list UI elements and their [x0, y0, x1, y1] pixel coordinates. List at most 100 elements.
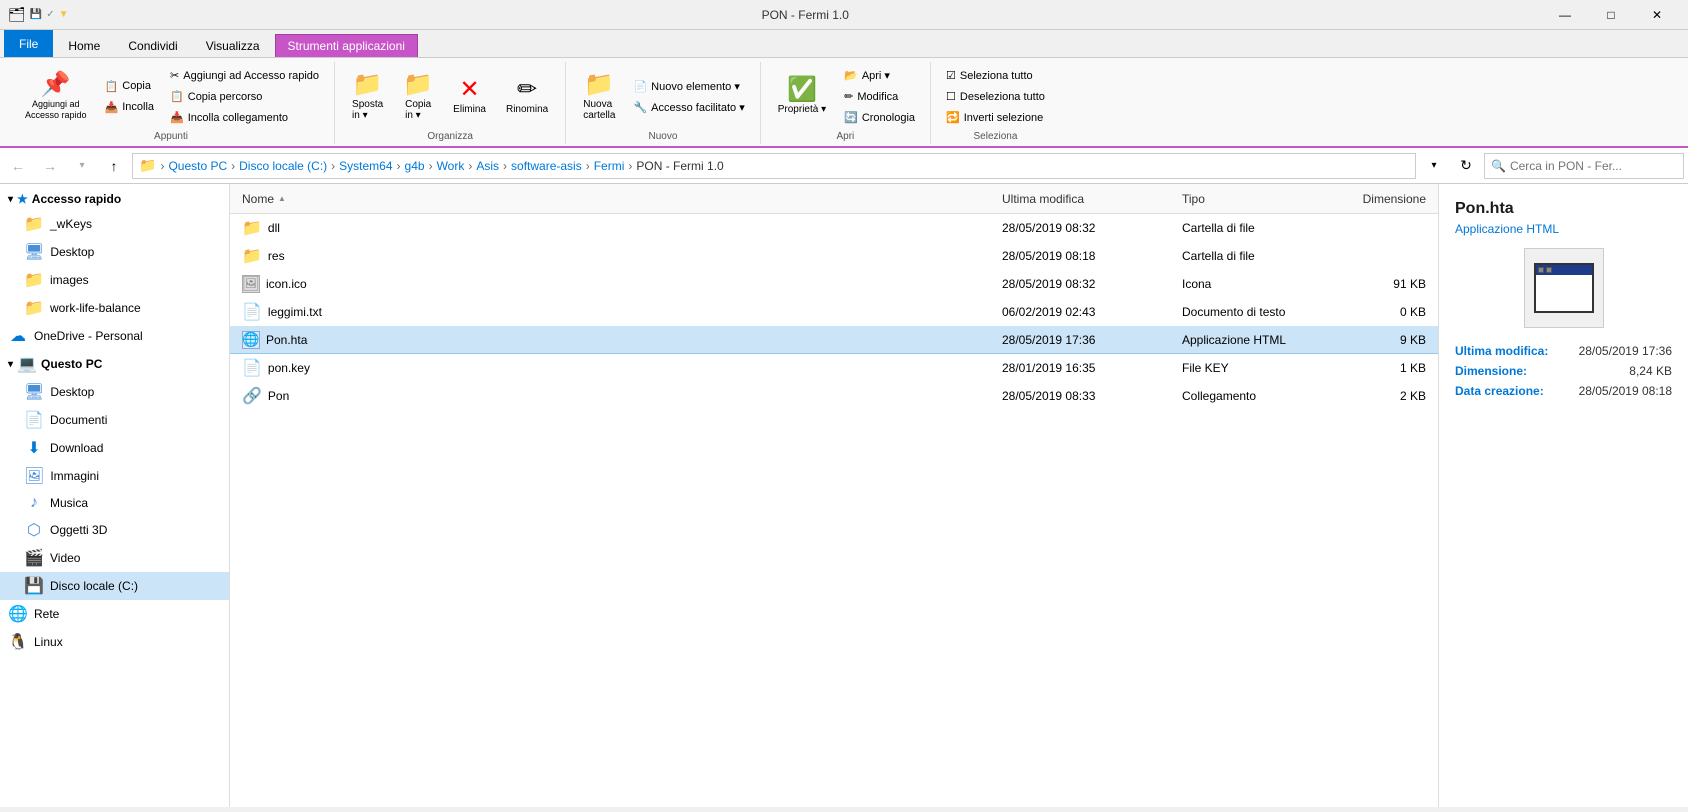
sidebar-item-images-quick[interactable]: 📁 images [0, 266, 229, 294]
file-list-body: 📁 dll 28/05/2019 08:32 Cartella di file … [230, 214, 1438, 807]
inverti-selezione-button[interactable]: 🔁 Inverti selezione [939, 108, 1052, 127]
sidebar-item-download[interactable]: ⬇ Download [0, 434, 229, 462]
dimensione-value: 8,24 KB [1629, 364, 1672, 378]
path-icon: 📋 [170, 90, 184, 103]
preview-titlebar [1536, 265, 1592, 275]
documents-icon: 📄 [24, 410, 44, 430]
rinomina-button[interactable]: ✏ Rinomina [497, 73, 557, 120]
deseleziona-tutto-button[interactable]: ☐ Deseleziona tutto [939, 87, 1052, 106]
search-bar: 🔍 [1484, 153, 1684, 179]
folder-icon-dll: 📁 [242, 218, 262, 238]
forward-button[interactable]: → [36, 152, 64, 180]
breadcrumb-asis[interactable]: Asis [476, 159, 499, 173]
modifica-button[interactable]: ✏ Modifica [837, 87, 922, 106]
file-cell-size-key: 1 KB [1334, 361, 1434, 375]
sidebar-item-work-life[interactable]: 📁 work-life-balance [0, 294, 229, 322]
ribbon-group-apri: ✅ Proprietà ▾ 📂 Apri ▾ ✏ Modifica 🔄 Cron… [761, 62, 931, 144]
sidebar-questo-pc-header[interactable]: ▾ 💻 Questo PC [0, 350, 229, 378]
details-preview [1455, 248, 1672, 328]
sidebar-item-onedrive[interactable]: ☁ OneDrive - Personal [0, 322, 229, 350]
seleziona-tutto-button[interactable]: ☑ Seleziona tutto [939, 66, 1052, 85]
breadcrumb-system64[interactable]: System64 [339, 159, 392, 173]
ultima-modifica-value: 28/05/2019 17:36 [1579, 344, 1672, 358]
file-cell-date-dll: 28/05/2019 08:32 [994, 221, 1174, 235]
breadcrumb-g4b[interactable]: g4b [405, 159, 425, 173]
preview-window [1534, 263, 1594, 313]
delete-icon: ✕ [460, 78, 480, 102]
search-input[interactable] [1510, 159, 1677, 173]
sidebar-item-documenti[interactable]: 📄 Documenti [0, 406, 229, 434]
title-bar-title: PON - Fermi 1.0 [69, 8, 1542, 22]
tab-file[interactable]: File [4, 30, 53, 57]
sidebar-item-wkeys[interactable]: 📁 _wKeys [0, 210, 229, 238]
breadcrumb-software-asis[interactable]: software-asis [511, 159, 582, 173]
aggiungi-accesso-rapido-button[interactable]: 📌 Aggiungi adAccesso rapido [16, 68, 96, 126]
cronologia-button[interactable]: 🔄 Cronologia [837, 108, 922, 127]
nuovo-label: Nuovo [649, 131, 678, 142]
col-header-nome[interactable]: Nome ▲ [234, 184, 994, 213]
file-cell-date-ico: 28/05/2019 08:32 [994, 277, 1174, 291]
sidebar-item-video[interactable]: 🎬 Video [0, 544, 229, 572]
breadcrumb-disco-locale[interactable]: Disco locale (C:) [239, 159, 327, 173]
sposta-icon: 📁 [353, 73, 383, 97]
sidebar-item-desktop[interactable]: 🖥 Desktop [0, 378, 229, 406]
sidebar-item-musica[interactable]: ♪ Musica [0, 490, 229, 516]
apri-label: Apri [836, 131, 854, 142]
sidebar-item-immagini[interactable]: 🖼 Immagini [0, 462, 229, 490]
nuovo-elemento-button[interactable]: 📄 Nuovo elemento ▾ [626, 77, 751, 96]
elimina-button[interactable]: ✕ Elimina [444, 73, 495, 120]
drive-icon: 💾 [24, 576, 44, 596]
sidebar-item-rete[interactable]: 🌐 Rete [0, 600, 229, 628]
table-row[interactable]: 🔗 Pon 28/05/2019 08:33 Collegamento 2 KB [230, 382, 1438, 410]
breadcrumb-work[interactable]: Work [437, 159, 465, 173]
maximize-button[interactable]: □ [1588, 0, 1634, 30]
proprieta-button[interactable]: ✅ Proprietà ▾ [769, 73, 835, 120]
clipboard-small-btns2: ✂ Aggiungi ad Accesso rapido 📋 Copia per… [163, 66, 326, 127]
file-cell-size-txt: 0 KB [1334, 305, 1434, 319]
sidebar-item-desktop-quick[interactable]: 🖥 Desktop [0, 238, 229, 266]
col-header-tipo[interactable]: Tipo [1174, 184, 1334, 213]
table-row[interactable]: 📄 leggimi.txt 06/02/2019 02:43 Documento… [230, 298, 1438, 326]
copia-in-button[interactable]: 📁 Copiain ▾ [394, 68, 442, 126]
sidebar-item-disco-locale[interactable]: 💾 Disco locale (C:) [0, 572, 229, 600]
tab-condividi[interactable]: Condividi [115, 34, 190, 57]
incolla-button[interactable]: 📥 Incolla [98, 98, 162, 117]
chevron-down-icon: ▾ [8, 194, 13, 205]
copia-button[interactable]: 📋 Copia [98, 77, 162, 96]
breadcrumb-fermi[interactable]: Fermi [594, 159, 625, 173]
table-row[interactable]: 📁 res 28/05/2019 08:18 Cartella di file [230, 242, 1438, 270]
col-header-data[interactable]: Ultima modifica [994, 184, 1174, 213]
breadcrumb-questo-pc[interactable]: Questo PC [168, 159, 227, 173]
minimize-button[interactable]: — [1542, 0, 1588, 30]
back-button[interactable]: ← [4, 152, 32, 180]
tab-visualizza[interactable]: Visualizza [193, 34, 273, 57]
desktop-icon: 🖥 [24, 242, 44, 262]
sidebar-item-oggetti3d[interactable]: ⬡ Oggetti 3D [0, 516, 229, 544]
recent-locations-button[interactable]: ▾ [68, 152, 96, 180]
table-row[interactable]: 🌐 Pon.hta 28/05/2019 17:36 Applicazione … [230, 326, 1438, 354]
data-creazione-value: 28/05/2019 08:18 [1579, 384, 1672, 398]
table-row[interactable]: 📄 pon.key 28/01/2019 16:35 File KEY 1 KB [230, 354, 1438, 382]
col-header-dim[interactable]: Dimensione [1334, 184, 1434, 213]
taglia-button[interactable]: ✂ Aggiungi ad Accesso rapido [163, 66, 326, 85]
table-row[interactable]: 📁 dll 28/05/2019 08:32 Cartella di file [230, 214, 1438, 242]
details-row-dimensione: Dimensione: 8,24 KB [1455, 364, 1672, 378]
file-cell-nome-txt: 📄 leggimi.txt [234, 302, 994, 322]
accesso-facilitato-button[interactable]: 🔧 Accesso facilitato ▾ [626, 98, 751, 117]
images-icon-quick: 📁 [24, 270, 44, 290]
table-row[interactable]: 🖼 icon.ico 28/05/2019 08:32 Icona 91 KB [230, 270, 1438, 298]
sidebar-quick-access-header[interactable]: ▾ ★ Accesso rapido [0, 188, 229, 210]
tab-strumenti-applicazioni[interactable]: Strumenti applicazioni [275, 34, 418, 57]
sidebar-item-linux[interactable]: 🐧 Linux [0, 628, 229, 656]
nuova-cartella-button[interactable]: 📁 Nuovacartella [574, 68, 624, 126]
apri-button[interactable]: 📂 Apri ▾ [837, 66, 922, 85]
up-button[interactable]: ↑ [100, 152, 128, 180]
tab-home[interactable]: Home [55, 34, 113, 57]
copia-percorso-button[interactable]: 📋 Copia percorso [163, 87, 326, 106]
file-cell-type-ico: Icona [1174, 277, 1334, 291]
incolla-collegamento-button[interactable]: 📥 Incolla collegamento [163, 108, 326, 127]
close-button[interactable]: ✕ [1634, 0, 1680, 30]
sposta-in-button[interactable]: 📁 Spostain ▾ [343, 68, 392, 126]
refresh-button[interactable]: ↻ [1452, 152, 1480, 180]
dropdown-button[interactable]: ▾ [1420, 152, 1448, 180]
